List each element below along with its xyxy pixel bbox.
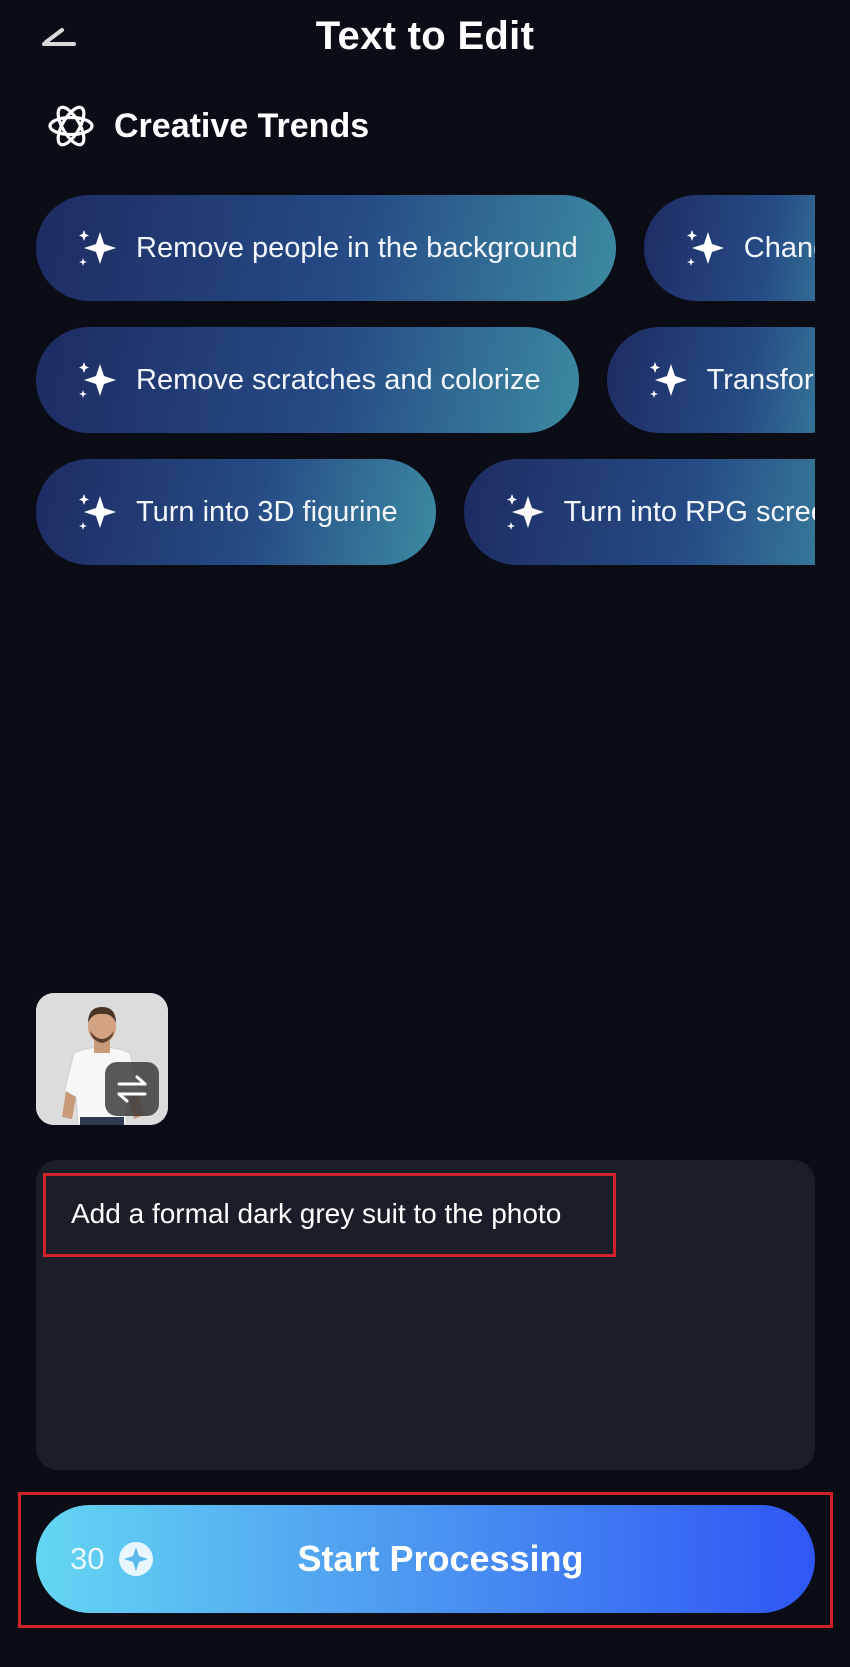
- section-header: Creative Trends: [46, 96, 369, 156]
- section-title: Creative Trends: [114, 106, 370, 145]
- prompt-textarea[interactable]: Add a formal dark grey suit to the photo: [36, 1160, 815, 1470]
- chip-label: Turn into RPG screer: [563, 495, 815, 528]
- sparkle-icon: [649, 362, 687, 398]
- chip-label: Remove people in the background: [136, 231, 578, 264]
- page-title: Text to Edit: [315, 14, 535, 58]
- chip-label: Remove scratches and colorize: [136, 363, 541, 396]
- chip-label: Transforr: [706, 363, 815, 396]
- creative-trends-carousel[interactable]: Remove people in the background Chang Re…: [36, 195, 815, 565]
- prompt-text[interactable]: Add a formal dark grey suit to the photo: [71, 1198, 561, 1230]
- chip-row: Remove scratches and colorize Transforr: [36, 327, 815, 433]
- sparkle-icon: [686, 230, 724, 266]
- trend-chip[interactable]: Remove scratches and colorize: [36, 327, 579, 433]
- swap-arrows-icon: [117, 1075, 147, 1103]
- swap-image-button[interactable]: [105, 1062, 159, 1116]
- sparkle-icon: [506, 494, 544, 530]
- app-screen: Text to Edit Creative Trends Remove peop…: [0, 0, 850, 1667]
- trend-chip[interactable]: Turn into RPG screer: [463, 459, 815, 565]
- trend-chip[interactable]: Transforr: [606, 327, 815, 433]
- chip-row: Turn into 3D figurine Turn into RPG scre…: [36, 459, 815, 565]
- sparkle-icon: [79, 494, 116, 530]
- header: Text to Edit: [0, 0, 850, 90]
- trend-chip[interactable]: Turn into 3D figurine: [36, 459, 436, 565]
- chip-label: Chang: [743, 231, 815, 264]
- chip-row: Remove people in the background Chang: [36, 195, 815, 301]
- sparkle-icon: [79, 230, 116, 266]
- chip-label: Turn into 3D figurine: [136, 495, 398, 528]
- trend-chip[interactable]: Chang: [643, 195, 815, 301]
- photo-thumbnail[interactable]: [36, 993, 168, 1125]
- atom-icon: [48, 105, 94, 147]
- trend-chip[interactable]: Remove people in the background: [36, 195, 616, 301]
- start-processing-label: Start Processing: [297, 1538, 584, 1579]
- sparkle-icon: [79, 362, 116, 398]
- start-processing-button[interactable]: 30 Start Processing: [36, 1505, 815, 1613]
